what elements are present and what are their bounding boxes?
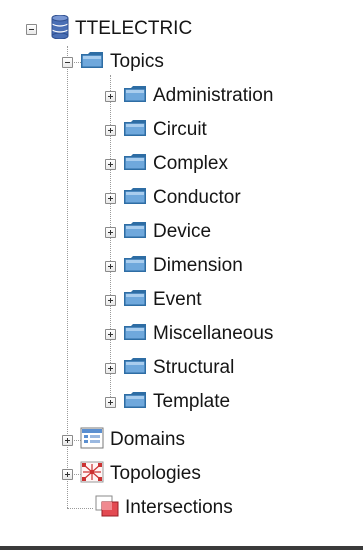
database-icon: [51, 14, 69, 44]
topic-label: Miscellaneous: [153, 323, 274, 344]
expand-icon[interactable]: [62, 434, 73, 446]
expand-icon[interactable]: [105, 362, 116, 374]
folder-icon: [123, 356, 147, 381]
tree-node-topics[interactable]: Topics: [62, 49, 164, 75]
collapse-icon[interactable]: [62, 56, 73, 68]
tree-node-topic[interactable]: Event: [105, 287, 202, 313]
intersections-icon: [95, 495, 119, 522]
tree-node-topic[interactable]: Template: [105, 389, 230, 415]
topic-label: Template: [153, 391, 231, 412]
topic-label: Dimension: [153, 255, 243, 276]
tree-node-root[interactable]: TTELECTRIC: [26, 14, 193, 44]
folder-icon: [123, 84, 147, 109]
folder-icon: [123, 118, 147, 143]
tree-view: TTELECTRIC Topics Domains Topologies Int…: [0, 0, 363, 550]
tree-node-topic[interactable]: Circuit: [105, 117, 207, 143]
topic-label: Event: [153, 289, 202, 310]
folder-icon: [80, 50, 104, 75]
tree-node-topic[interactable]: Administration: [105, 83, 273, 109]
domains-label: Domains: [110, 429, 185, 450]
topic-label: Conductor: [153, 187, 241, 208]
topic-label: Circuit: [153, 119, 207, 140]
topologies-label: Topologies: [110, 463, 201, 484]
topics-label: Topics: [110, 51, 164, 72]
expand-icon[interactable]: [105, 260, 116, 272]
expand-icon[interactable]: [105, 328, 116, 340]
tree-node-intersections[interactable]: Intersections: [95, 495, 233, 521]
tree-node-topic[interactable]: Structural: [105, 355, 234, 381]
tree-node-topic[interactable]: Complex: [105, 151, 228, 177]
bottom-border: [0, 546, 363, 550]
topic-label: Complex: [153, 153, 228, 174]
folder-icon: [123, 322, 147, 347]
topologies-icon: [80, 461, 104, 488]
tree-node-domains[interactable]: Domains: [62, 427, 185, 453]
tree-node-topic[interactable]: Device: [105, 219, 211, 245]
folder-icon: [123, 288, 147, 313]
expand-icon[interactable]: [105, 90, 116, 102]
expand-icon[interactable]: [105, 226, 116, 238]
expand-icon[interactable]: [105, 158, 116, 170]
folder-icon: [123, 254, 147, 279]
topic-label: Administration: [153, 85, 274, 106]
intersections-label: Intersections: [125, 497, 233, 518]
tree-node-topic[interactable]: Conductor: [105, 185, 241, 211]
domains-icon: [80, 427, 104, 454]
folder-icon: [123, 152, 147, 177]
tree-connector: [67, 508, 93, 509]
expand-icon[interactable]: [105, 396, 116, 408]
tree-node-topologies[interactable]: Topologies: [62, 461, 201, 487]
topic-label: Device: [153, 221, 212, 242]
tree-node-topic[interactable]: Miscellaneous: [105, 321, 273, 347]
tree-node-topic[interactable]: Dimension: [105, 253, 243, 279]
folder-icon: [123, 220, 147, 245]
collapse-icon[interactable]: [26, 23, 37, 35]
folder-icon: [123, 390, 147, 415]
topic-label: Structural: [153, 357, 235, 378]
expand-icon[interactable]: [105, 124, 116, 136]
root-label: TTELECTRIC: [75, 18, 193, 39]
folder-icon: [123, 186, 147, 211]
expand-icon[interactable]: [105, 294, 116, 306]
expand-icon[interactable]: [62, 468, 73, 480]
expand-icon[interactable]: [105, 192, 116, 204]
